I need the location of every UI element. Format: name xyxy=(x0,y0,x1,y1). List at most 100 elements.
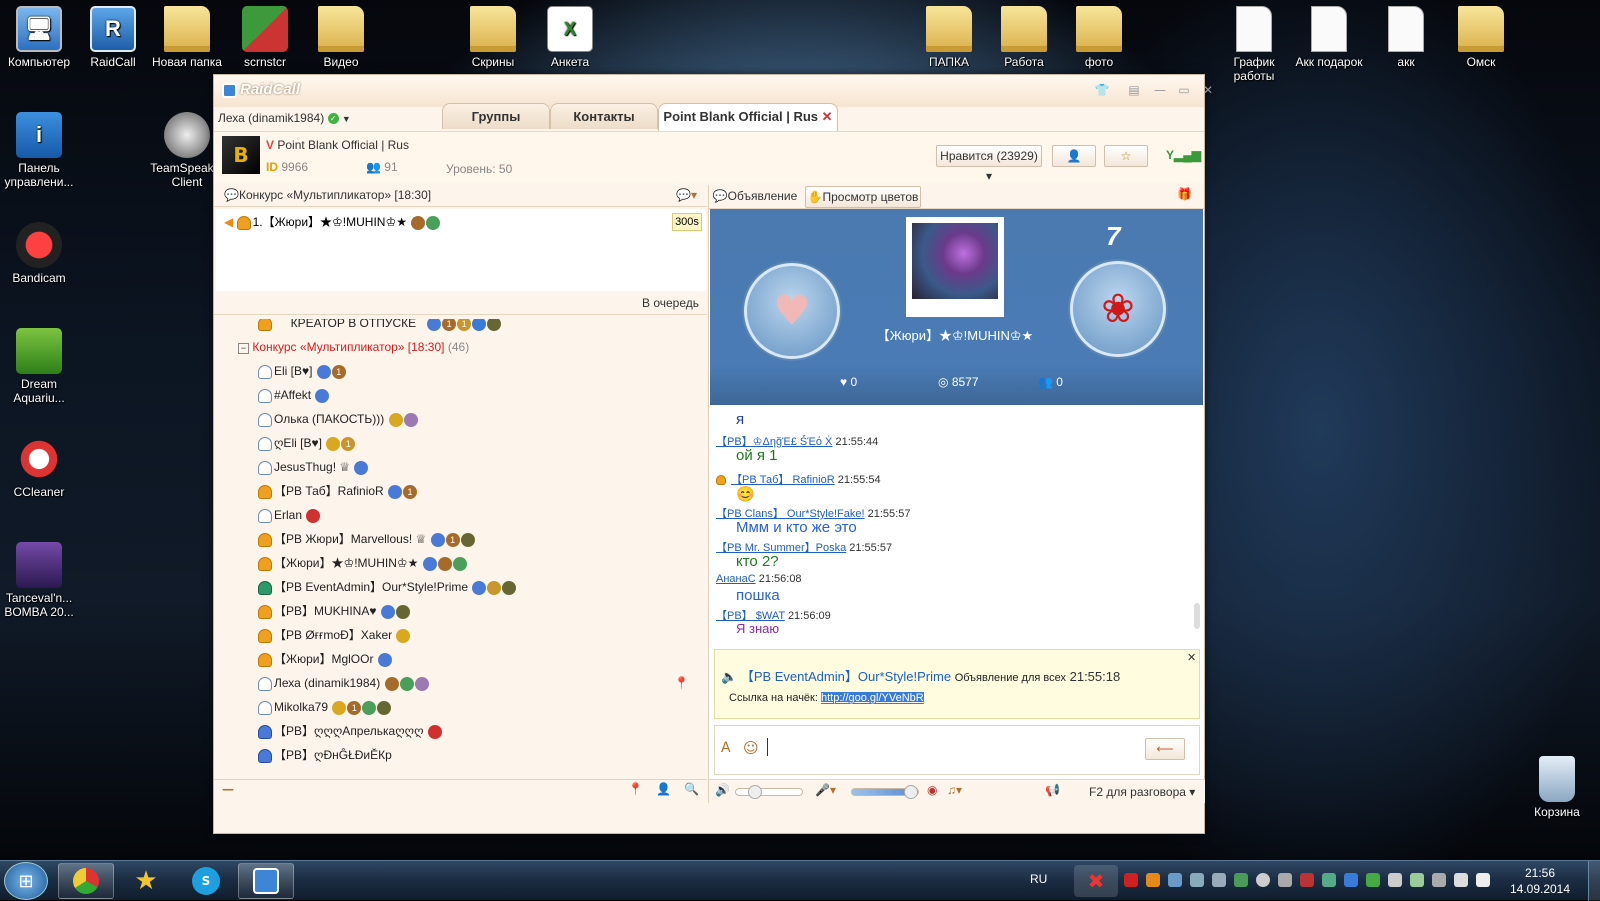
tree-user[interactable]: #Affekt xyxy=(258,385,330,405)
tree-user[interactable]: Олька (ПАКОСТЬ))) xyxy=(258,409,418,429)
announcement-button[interactable]: 💬Объявление xyxy=(711,186,799,208)
search-icon[interactable]: 🔍 xyxy=(684,782,699,796)
desktop-icon-screens[interactable]: Скрины xyxy=(454,6,532,69)
tray-icon[interactable] xyxy=(1344,873,1358,887)
rose-bubble-button[interactable]: ❀ xyxy=(1070,261,1166,357)
join-queue-button[interactable]: В очередь xyxy=(642,296,699,310)
desktop-icon-computer[interactable]: 🖥 Компьютер xyxy=(0,6,78,69)
tree-user[interactable]: 【PB】ღĐнĜŁĐиĚКр xyxy=(258,745,392,765)
user-icon[interactable]: 👤 xyxy=(656,782,671,796)
desktop-icon-control-panel[interactable]: i Панель управлени... xyxy=(0,112,78,189)
tray-icon[interactable] xyxy=(1124,873,1138,887)
tray-icon[interactable] xyxy=(1322,873,1336,887)
tab-contacts[interactable]: Контакты xyxy=(550,103,658,129)
tray-icon[interactable] xyxy=(1388,873,1402,887)
tree-user[interactable]: 【PB EventAdmin】Our*Style!Prime xyxy=(258,577,517,597)
maximize-button[interactable]: ▭ xyxy=(1176,82,1192,98)
slider-thumb[interactable] xyxy=(904,785,918,799)
taskbar-skype[interactable]: S xyxy=(178,863,234,899)
taskbar-raidcall[interactable] xyxy=(238,863,294,899)
tray-icon[interactable] xyxy=(1300,873,1314,887)
tab-group-pb[interactable]: Point Blank Official | Rus ✕ xyxy=(658,103,838,131)
tree-user[interactable]: ღEli [B♥] 1 xyxy=(258,433,356,453)
bluetooth-icon[interactable] xyxy=(1190,873,1204,887)
language-indicator[interactable]: RU xyxy=(1030,872,1047,886)
tree-user[interactable]: 【PB Жюри】Marvellous! ♕ 1 xyxy=(258,529,475,549)
desktop-icon-akk[interactable]: акк xyxy=(1367,6,1445,69)
nvidia-icon[interactable] xyxy=(1366,873,1380,887)
tree-user[interactable]: 【Жюри】★♔!MUHIN♔★ xyxy=(258,553,467,573)
record-icon[interactable]: ◉ xyxy=(927,783,937,797)
tree-user[interactable]: Eli [B♥] 1 xyxy=(258,361,346,381)
tray-antivirus[interactable]: ✖ xyxy=(1074,865,1118,897)
tab-groups[interactable]: Группы xyxy=(442,103,550,129)
location-icon[interactable]: 📍 xyxy=(628,782,643,796)
like-button[interactable]: Нравится (23929) ▾ xyxy=(936,145,1042,183)
volume-icon[interactable] xyxy=(1476,873,1490,887)
desktop-icon-scrnstcr[interactable]: scrnstcr xyxy=(226,6,304,69)
gift-box-icon[interactable]: 🎁 xyxy=(1177,187,1192,201)
skin-icon[interactable]: 👕 xyxy=(1094,82,1110,98)
collapse-all-icon[interactable]: — xyxy=(222,782,234,796)
tray-icon[interactable] xyxy=(1168,873,1182,887)
speaker-volume-slider[interactable] xyxy=(735,785,803,799)
desktop-icon-raidcall[interactable]: R RaidCall xyxy=(74,6,152,69)
desktop-icon-ccleaner[interactable]: CCleaner xyxy=(0,436,78,499)
tray-icon[interactable] xyxy=(1146,873,1160,887)
mic-volume-slider[interactable] xyxy=(851,785,919,799)
tree-user[interactable]: 【Жюри】MglOOr xyxy=(258,649,392,669)
favorite-button[interactable]: ☆ xyxy=(1104,145,1148,167)
font-icon[interactable]: A xyxy=(721,740,731,756)
signal-icon[interactable]: Y▂▄▆ xyxy=(1166,148,1201,162)
collapse-icon[interactable]: − xyxy=(238,343,249,354)
desktop-icon-schedule[interactable]: График работы xyxy=(1215,6,1293,83)
tray-icon[interactable] xyxy=(1410,873,1424,887)
clock[interactable]: 21:56 14.09.2014 xyxy=(1504,865,1576,897)
chat-log[interactable]: я 【PB】♔ΔηğΈ£ ṤΈό Ẋ 21:55:44 ой я 1 【PB Т… xyxy=(710,407,1203,647)
tree-user-self[interactable]: Леха (dinamik1984) xyxy=(258,673,429,693)
heart-bubble-button[interactable]: ♥ xyxy=(744,263,840,359)
desktop-icon-gift-account[interactable]: Акк подарок xyxy=(1290,6,1368,69)
desktop-icon-dream-aquarium[interactable]: Dream Aquariu... xyxy=(0,328,78,405)
tray-icon[interactable] xyxy=(1256,873,1270,887)
desktop-icon-recycle-bin[interactable]: Корзина xyxy=(1518,756,1596,819)
desktop-icon-video[interactable]: Видео xyxy=(302,6,380,69)
tree-user[interactable]: 【PB】MUKHINA♥ xyxy=(258,601,410,621)
send-button[interactable]: ⟵ xyxy=(1145,738,1185,760)
tray-icon[interactable] xyxy=(1278,873,1292,887)
desktop-icon-papka[interactable]: ПАПКА xyxy=(910,6,988,69)
performer-avatar[interactable] xyxy=(906,217,1004,317)
close-announcement-icon[interactable]: ✕ xyxy=(1187,651,1196,664)
tree-user[interactable]: Erlan xyxy=(258,505,321,525)
desktop-icon-rabota[interactable]: Работа xyxy=(985,6,1063,69)
chat-scrollbar[interactable] xyxy=(1194,603,1200,629)
tree-user[interactable]: 【PB Таб】RafinioR 1 xyxy=(258,481,418,501)
mic-queue-icon[interactable]: 💬▾ xyxy=(676,188,697,202)
tray-icon[interactable] xyxy=(1234,873,1248,887)
desktop-icon-new-folder[interactable]: Новая папка xyxy=(148,6,226,69)
close-button[interactable]: ✕ xyxy=(1200,82,1216,98)
music-icon[interactable]: ♫▾ xyxy=(947,783,962,797)
view-flowers-button[interactable]: ✋Просмотр цветов xyxy=(805,186,921,208)
settings-icon[interactable]: ▤ xyxy=(1126,82,1142,98)
location-pin-icon[interactable]: 📍 xyxy=(674,673,689,693)
emoji-icon[interactable]: ☺ xyxy=(743,739,759,757)
join-group-button[interactable]: 👤 xyxy=(1052,145,1096,167)
taskbar-chrome[interactable] xyxy=(58,863,114,899)
tree-user[interactable]: 【PB】ღღღАпрелькаღღღ xyxy=(258,721,442,741)
talk-icon[interactable]: 📢 xyxy=(1045,783,1060,797)
close-tab-icon[interactable]: ✕ xyxy=(822,109,833,124)
tray-icon[interactable] xyxy=(1212,873,1226,887)
desktop-icon-bandicam[interactable]: Bandicam xyxy=(0,222,78,285)
desktop-icon-omsk[interactable]: Омск xyxy=(1442,6,1520,69)
current-user[interactable]: Леха (dinamik1984) ✓ ▼ xyxy=(218,111,351,125)
tree-user[interactable]: 【PB ØғғmoÐ】Xaker xyxy=(258,625,411,645)
network-icon[interactable] xyxy=(1454,873,1468,887)
show-desktop-button[interactable] xyxy=(1588,861,1600,901)
queue-item[interactable]: ◀ 1.【Жюри】★♔!MUHIN♔★ xyxy=(224,213,441,230)
group-avatar[interactable]: B xyxy=(222,136,260,174)
tree-channel-contest[interactable]: − Конкурс «Мультипликатор» [18:30] (46) xyxy=(238,337,469,357)
mic-muted-icon[interactable]: 🎤▾ xyxy=(815,783,836,797)
message-input[interactable]: A ☺ ⟵ xyxy=(714,725,1200,775)
announcement-link[interactable]: http://goo.gl/YVeNbR xyxy=(820,692,924,704)
